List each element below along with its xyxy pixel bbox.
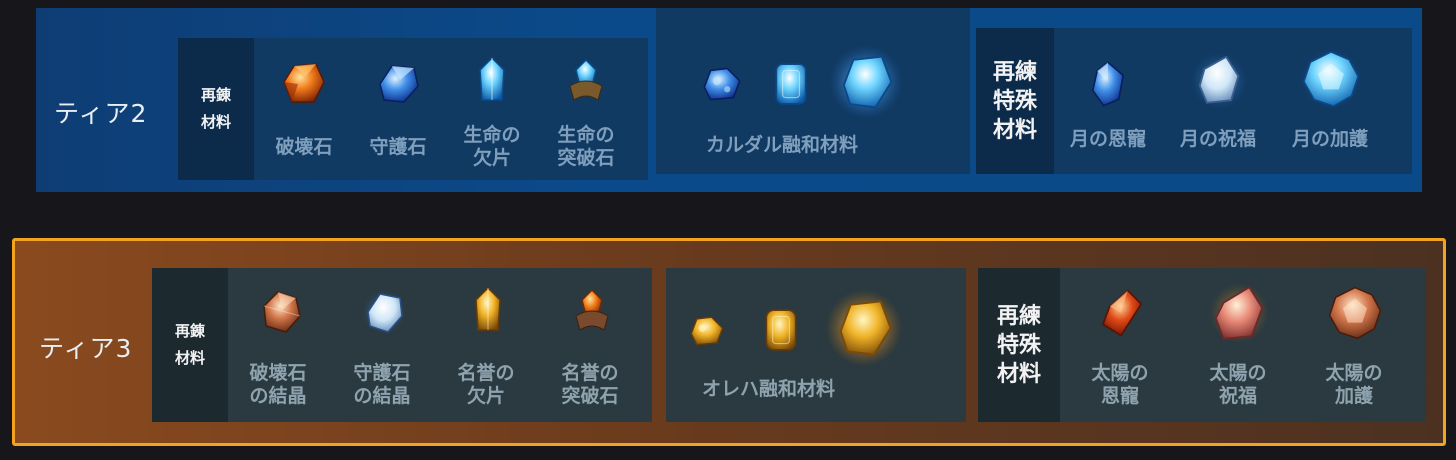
category-line: 再練 [996, 303, 1041, 329]
honor-shard-icon [475, 286, 501, 331]
refine-materials-panel: 再錬 材料 破壊石 の結晶 守護石 の結晶 名誉の 欠片 名誉の 突破石 [152, 268, 652, 422]
tier-title: ティア3 [39, 334, 133, 363]
material-label: 月の加護 [1291, 128, 1368, 150]
category-line: 材料 [992, 117, 1037, 143]
special-materials-category: 再練 特殊 材料 [978, 268, 1060, 422]
category-line: 材料 [174, 349, 205, 367]
category-line: 再錬 [200, 86, 231, 104]
special-materials-panel: 再練 特殊 材料 月の恩寵 月の祝福 月の加護 [976, 28, 1412, 174]
material-label: 守護石 の結晶 [353, 362, 411, 407]
tier-title: ティア2 [54, 99, 148, 128]
refine-materials-category: 再錬 材料 [152, 268, 228, 422]
material-label: 名誉の 欠片 [457, 362, 515, 407]
sun-grace-icon [1101, 289, 1143, 337]
life-leapstone-icon [569, 58, 603, 101]
ore-large-icon [825, 289, 903, 367]
ore-small-icon [703, 67, 741, 101]
honor-leapstone-icon [575, 288, 609, 331]
material-label: 月の恩寵 [1069, 128, 1146, 150]
refine-materials-category: 再錬 材料 [178, 38, 254, 180]
fusion-material-panel[interactable]: カルダル融和材料 [656, 8, 970, 174]
destruction-crystal-icon [263, 291, 301, 333]
moon-blessing-icon [1191, 53, 1247, 109]
category-line: 再錬 [174, 322, 205, 340]
sun-blessing-icon [1209, 283, 1269, 343]
destruction-stone-icon [283, 63, 325, 103]
material-label: 太陽の 加護 [1325, 362, 1383, 407]
fusion-material-label: オレハ融和材料 [702, 378, 836, 400]
refine-materials-panel: 再錬 材料 破壊石 守護石 生命の 欠片 生命の 突破石 [178, 38, 648, 180]
moon-protection-icon [1301, 49, 1361, 109]
ore-large-icon [829, 45, 903, 119]
category-line: 材料 [200, 113, 231, 131]
moon-grace-icon [1091, 61, 1125, 107]
tier2-section: ティア2 再錬 材料 破壊石 守護石 生命の 欠片 生命の 突破石 カルダル融和… [36, 8, 1422, 192]
category-line: 材料 [996, 361, 1041, 387]
material-label: 生命の 突破石 [557, 124, 615, 169]
sun-protection-icon [1328, 286, 1382, 340]
tier3-section: ティア3 再錬 材料 破壊石 の結晶 守護石 の結晶 名誉の 欠片 名誉の 突破… [12, 238, 1446, 446]
ore-small-icon [690, 316, 724, 346]
guardian-stone-icon [379, 65, 419, 103]
category-line: 特殊 [996, 332, 1041, 358]
guardian-crystal-icon [362, 290, 406, 334]
category-line: 特殊 [992, 88, 1037, 114]
special-materials-panel: 再練 特殊 材料 太陽の 恩寵 太陽の 祝福 太陽の 加護 [978, 268, 1426, 422]
ore-medium-icon [775, 63, 807, 105]
category-line: 再練 [992, 59, 1037, 85]
material-label: 太陽の 祝福 [1209, 362, 1267, 407]
special-materials-category: 再練 特殊 材料 [976, 28, 1054, 174]
material-label: 名誉の 突破石 [561, 362, 619, 407]
ore-medium-icon [765, 309, 797, 351]
life-shard-icon [479, 56, 505, 101]
material-label: 太陽の 恩寵 [1091, 362, 1149, 407]
material-label: 月の祝福 [1179, 128, 1256, 150]
fusion-material-label: カルダル融和材料 [706, 134, 859, 156]
fusion-material-panel[interactable]: オレハ融和材料 [666, 268, 966, 422]
material-label: 破壊石 の結晶 [249, 362, 307, 407]
